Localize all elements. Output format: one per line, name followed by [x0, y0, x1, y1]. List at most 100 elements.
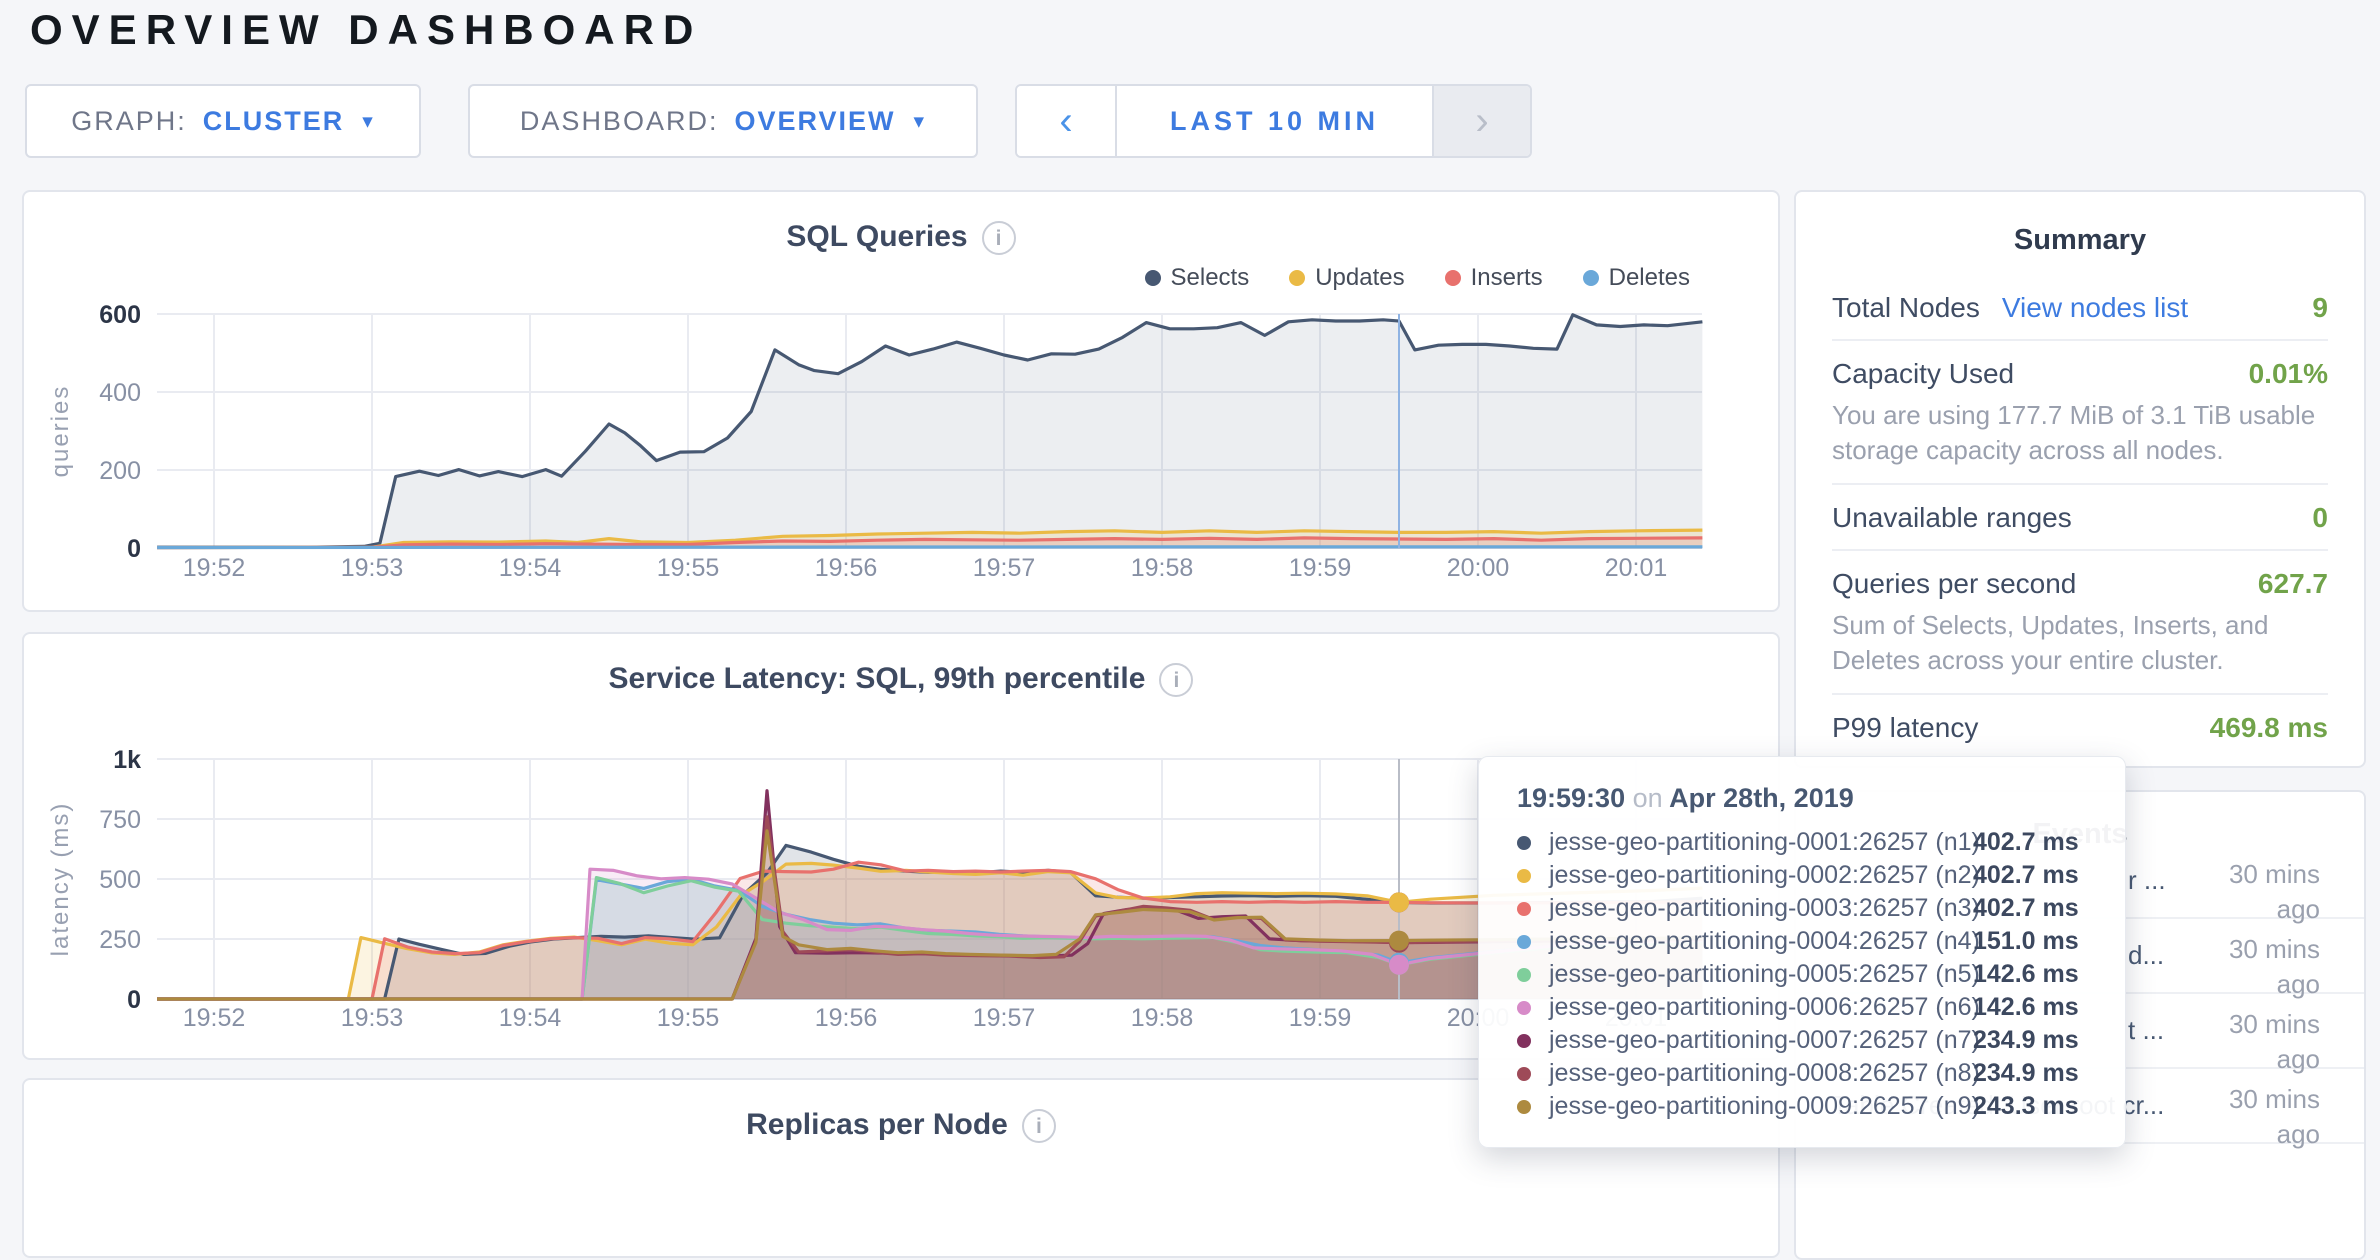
summary-label: Queries per second — [1832, 568, 2076, 600]
summary-value: 469.8 ms — [2210, 712, 2328, 744]
series-color-dot — [1517, 968, 1531, 982]
chart-hover-tooltip: 19:59:30 on Apr 28th, 2019 jesse-geo-par… — [1478, 756, 2126, 1148]
summary-label: P99 latency — [1832, 712, 1978, 744]
svg-text:19:57: 19:57 — [973, 554, 1036, 582]
summary-row: Capacity Used0.01%You are using 177.7 Mi… — [1832, 339, 2328, 483]
summary-label: Total Nodes — [1832, 292, 1980, 324]
svg-text:750: 750 — [99, 806, 141, 834]
svg-text:queries: queries — [47, 385, 74, 478]
summary-value: 0.01% — [2249, 358, 2328, 390]
summary-row: Total Nodes View nodes list 9 — [1832, 275, 2328, 339]
summary-subtext: Sum of Selects, Updates, Inserts, and De… — [1832, 608, 2328, 678]
summary-title: Summary — [1832, 192, 2328, 257]
summary-panel: Summary Total Nodes View nodes list 9 Capac… — [1794, 190, 2366, 768]
series-color-dot — [1517, 1100, 1531, 1114]
svg-text:250: 250 — [99, 926, 141, 954]
svg-text:400: 400 — [99, 379, 141, 407]
replicas-per-node-title-text: Replicas per Node — [746, 1108, 1008, 1141]
svg-text:19:52: 19:52 — [183, 1004, 246, 1032]
tooltip-row: jesse-geo-partitioning-0004:26257 (n4)15… — [1517, 925, 2095, 958]
tooltip-row: jesse-geo-partitioning-0001:26257 (n1)40… — [1517, 826, 2095, 859]
event-timestamp: 30 mins ago — [2214, 844, 2364, 917]
tooltip-node-value: 402.7 ms — [1973, 861, 2079, 890]
summary-value: 9 — [2312, 292, 2328, 324]
tooltip-date: Apr 28th, 2019 — [1669, 783, 1854, 813]
svg-text:19:54: 19:54 — [499, 554, 562, 582]
tooltip-node-name: jesse-geo-partitioning-0001:26257 (n1) — [1549, 828, 1973, 857]
tooltip-on: on — [1633, 783, 1663, 813]
series-color-dot — [1517, 836, 1531, 850]
time-prev-button[interactable]: ‹ — [1017, 86, 1117, 156]
svg-text:19:55: 19:55 — [657, 554, 720, 582]
event-timestamp: 30 mins ago — [2214, 1069, 2364, 1142]
tooltip-node-value: 234.9 ms — [1973, 1059, 2079, 1088]
tooltip-node-name: jesse-geo-partitioning-0005:26257 (n5) — [1549, 960, 1973, 989]
series-color-dot — [1517, 1001, 1531, 1015]
tooltip-row: jesse-geo-partitioning-0005:26257 (n5)14… — [1517, 958, 2095, 991]
tooltip-row: jesse-geo-partitioning-0008:26257 (n8)23… — [1517, 1057, 2095, 1090]
chevron-down-icon: ▾ — [914, 109, 927, 134]
summary-rows: Total Nodes View nodes list 9 Capacity Used… — [1832, 275, 2328, 759]
chevron-right-icon: › — [1475, 99, 1488, 144]
event-timestamp: 30 mins ago — [2214, 919, 2364, 992]
tooltip-node-name: jesse-geo-partitioning-0008:26257 (n8) — [1549, 1059, 1973, 1088]
tooltip-node-value: 151.0 ms — [1973, 927, 2079, 956]
svg-text:19:59: 19:59 — [1289, 554, 1352, 582]
summary-label: Unavailable ranges — [1832, 502, 2072, 534]
summary-row: P99 latency 469.8 ms — [1832, 693, 2328, 759]
graph-dropdown-label: GRAPH: — [71, 106, 187, 137]
tooltip-row: jesse-geo-partitioning-0006:26257 (n6)14… — [1517, 991, 2095, 1024]
svg-text:19:53: 19:53 — [341, 554, 404, 582]
tooltip-node-name: jesse-geo-partitioning-0006:26257 (n6) — [1549, 993, 1973, 1022]
series-color-dot — [1517, 902, 1531, 916]
svg-text:19:58: 19:58 — [1131, 554, 1194, 582]
series-color-dot — [1517, 1034, 1531, 1048]
tooltip-node-name: jesse-geo-partitioning-0003:26257 (n3) — [1549, 894, 1973, 923]
tooltip-node-value: 402.7 ms — [1973, 828, 2079, 857]
svg-text:19:54: 19:54 — [499, 1004, 562, 1032]
tooltip-node-name: jesse-geo-partitioning-0009:26257 (n9) — [1549, 1092, 1973, 1121]
tooltip-node-value: 234.9 ms — [1973, 1026, 2079, 1055]
summary-value: 0 — [2312, 502, 2328, 534]
svg-text:20:01: 20:01 — [1605, 554, 1668, 582]
tooltip-rows: jesse-geo-partitioning-0001:26257 (n1)40… — [1517, 826, 2095, 1123]
tooltip-row: jesse-geo-partitioning-0002:26257 (n2)40… — [1517, 859, 2095, 892]
time-range-picker: ‹ LAST 10 MIN › — [1015, 84, 1532, 158]
summary-value: 627.7 — [2258, 568, 2328, 600]
graph-dropdown[interactable]: GRAPH: CLUSTER ▾ — [25, 84, 421, 158]
series-color-dot — [1517, 869, 1531, 883]
svg-text:latency (ms): latency (ms) — [47, 802, 74, 957]
dashboard-dropdown-value: OVERVIEW — [734, 106, 895, 137]
sql-queries-card: SQL Queriesi SelectsUpdatesInsertsDelete… — [22, 190, 1780, 612]
info-icon[interactable]: i — [1022, 1109, 1056, 1143]
tooltip-node-name: jesse-geo-partitioning-0002:26257 (n2) — [1549, 861, 1973, 890]
tooltip-node-value: 402.7 ms — [1973, 894, 2079, 923]
svg-text:20:00: 20:00 — [1447, 554, 1510, 582]
chevron-left-icon: ‹ — [1059, 99, 1072, 144]
event-timestamp: 30 mins ago — [2214, 994, 2364, 1067]
tooltip-node-name: jesse-geo-partitioning-0004:26257 (n4) — [1549, 927, 1973, 956]
graph-dropdown-value: CLUSTER — [203, 106, 345, 137]
summary-label: Capacity Used — [1832, 358, 2014, 390]
tooltip-row: jesse-geo-partitioning-0007:26257 (n7)23… — [1517, 1024, 2095, 1057]
summary-row: Unavailable ranges 0 — [1832, 483, 2328, 549]
svg-text:200: 200 — [99, 457, 141, 485]
tooltip-timestamp: 19:59:30 on Apr 28th, 2019 — [1517, 783, 2095, 814]
tooltip-node-value: 243.3 ms — [1973, 1092, 2079, 1121]
svg-text:19:59: 19:59 — [1289, 1004, 1352, 1032]
series-color-dot — [1517, 935, 1531, 949]
view-nodes-list-link[interactable]: View nodes list — [2002, 292, 2188, 324]
svg-text:19:56: 19:56 — [815, 1004, 878, 1032]
dashboard-dropdown-label: DASHBOARD: — [520, 106, 719, 137]
svg-text:19:52: 19:52 — [183, 554, 246, 582]
time-range-label[interactable]: LAST 10 MIN — [1117, 86, 1432, 156]
dashboard-dropdown[interactable]: DASHBOARD: OVERVIEW ▾ — [468, 84, 978, 158]
svg-text:0: 0 — [127, 986, 141, 1014]
time-next-button[interactable]: › — [1432, 86, 1530, 156]
svg-text:19:53: 19:53 — [341, 1004, 404, 1032]
tooltip-row: jesse-geo-partitioning-0003:26257 (n3)40… — [1517, 892, 2095, 925]
tooltip-time: 19:59:30 — [1517, 783, 1625, 813]
sql-queries-chart[interactable]: 19:5219:5319:5419:5519:5619:5719:5819:59… — [24, 192, 1778, 610]
svg-text:19:55: 19:55 — [657, 1004, 720, 1032]
svg-text:0: 0 — [127, 535, 141, 563]
